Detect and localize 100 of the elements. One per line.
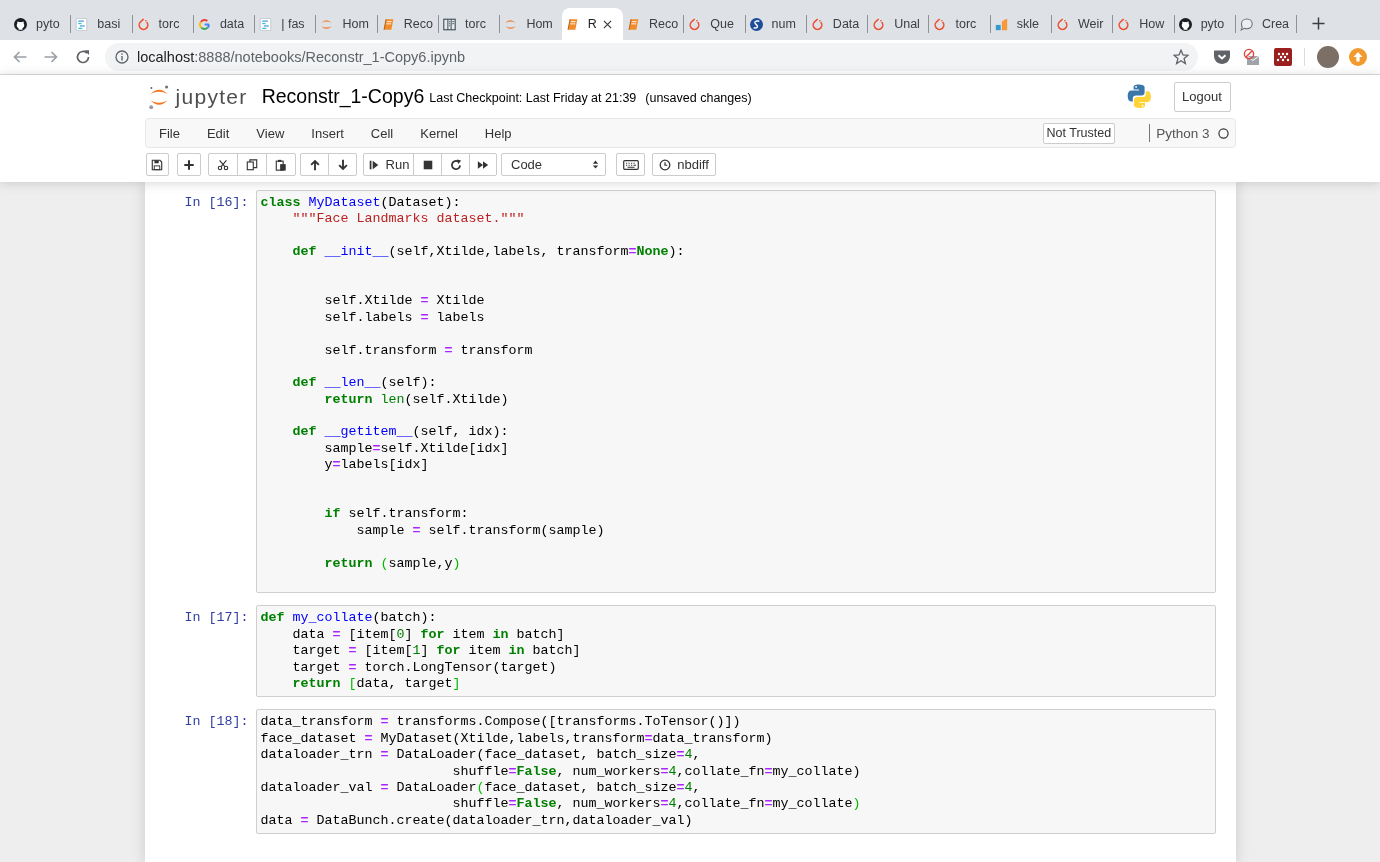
copy-button[interactable] [236,153,267,176]
move-down-button[interactable] [328,153,357,176]
menu-item[interactable]: Kernel [406,125,472,141]
code-line: data_transform = transforms.Compose([transforms.ToTensor()]) [260,714,741,731]
browser-tab[interactable]: R [561,8,623,40]
s-curve-circle-icon [749,17,763,31]
browser-tab[interactable]: Data [806,8,869,40]
code-line: return len(self.Xtilde) [323,391,509,409]
checkpoint-status: Last Checkpoint: Last Friday at 21:39 [429,89,637,105]
cell-prompt: In [17]: [183,609,250,628]
star-icon[interactable] [1173,49,1189,65]
save-status: (unsaved changes) [645,89,752,105]
bar-shapes-icon [994,17,1008,31]
paste-button[interactable] [265,153,296,176]
logo-text[interactable]: jupyter [175,84,248,109]
browser-tab[interactable]: Crea [1235,8,1298,40]
cell-type-select[interactable]: Code [501,153,606,176]
browser-tab[interactable]: torc [929,8,991,40]
menu-item[interactable]: Help [471,125,526,141]
browser-tab[interactable]: Unal [868,8,930,40]
menu-item[interactable]: Edit [193,125,243,141]
browser-tab[interactable]: torc [439,8,501,40]
stop-square-icon [421,158,434,171]
document-icon [259,17,273,31]
new-tab-icon[interactable] [1312,17,1326,30]
notebook-title[interactable]: Reconstr_1-Copy6 [261,85,425,108]
code-line: def __len__(self): [291,375,437,392]
code-line: def __getitem__(self, idx): [291,424,509,441]
code-line: if self.transform: [323,506,469,523]
code-line: data = [item[0] for item in batch] [291,626,565,644]
nbdiff-button[interactable]: nbdiff [652,153,716,176]
browser-tab[interactable]: Reco [622,8,685,40]
menu-item[interactable]: Cell [357,125,407,141]
scissors-icon [216,158,229,171]
book-icon [565,17,579,31]
flame-ring-icon [872,17,886,31]
browser-tab[interactable]: pyto [1174,8,1236,40]
code-line: face_dataset = MyDataset(Xtilde,labels,transform=data_transform) [260,730,773,748]
run-button[interactable]: Run [363,153,414,176]
shield-icon[interactable] [1213,48,1231,66]
copy-icon [245,158,258,171]
flame-ring-icon [810,17,824,31]
move-up-button[interactable] [300,153,329,176]
book-icon [381,17,395,31]
restart-button[interactable] [441,153,470,176]
fast-forward-button[interactable] [469,153,497,176]
browser-tab[interactable]: pyto [10,8,72,40]
menu-item[interactable]: Insert [297,125,358,141]
info-icon[interactable] [115,50,129,64]
clock-icon [659,158,672,171]
browser-tab[interactable]: basi [71,8,133,40]
flame-ring-icon [688,17,702,31]
save-button[interactable] [145,153,169,176]
url-text: localhost:8888/notebooks/Reconstr_1-Copy6.ipynb [137,49,466,65]
code-editor[interactable] [255,709,1216,835]
arcs-logo-icon[interactable] [147,83,170,110]
reload-icon[interactable] [75,49,91,65]
browser-tab[interactable]: num [745,8,807,40]
code-line: return (sample,y) [323,555,461,572]
add-cell-button[interactable] [176,153,201,176]
circular-arrow-icon [449,158,462,171]
browser-tab[interactable]: Weir [1052,8,1114,40]
keyboard-button[interactable] [616,153,645,176]
no-sign-icon[interactable] [1242,48,1260,66]
arrow-up-icon [308,158,321,171]
code-editor[interactable]: def my_collate(batch): data = [item[0] for item in batch] target = [item[1] for item in batch] target = torch.LongTensor(target) return [data, target] [255,605,1216,698]
code-line: self.transform = transform [323,342,533,359]
code-line: dataloader_trn = DataLoader(face_dataset, batch_size=4, [260,747,701,764]
url-field[interactable]: localhost:8888/notebooks/Reconstr_1-Copy6.ipynb [105,43,1198,71]
dots-square-icon[interactable] [1274,48,1292,66]
code-line: dataloader_val = DataLoader(face_dataset, batch_size=4, [260,779,701,797]
snakes-logo-icon [1125,83,1153,110]
updown-caret-icon [592,159,599,170]
cut-button[interactable] [207,153,238,176]
trust-button[interactable]: Not Trusted [1042,122,1116,144]
browser-tab[interactable]: skle [990,8,1053,40]
code-line: class MyDataset(Dataset): [260,195,461,212]
browser-tab[interactable]: torc [132,8,194,40]
menu-item[interactable]: View [242,125,298,141]
browser-tab[interactable]: | fas [255,8,317,40]
code-line: return [data, target] [291,675,461,693]
browser-tab[interactable]: Que [684,8,746,40]
arrow-down-icon [336,158,349,171]
cat-circle-icon [14,17,27,31]
browser-tab[interactable]: Reco [377,8,440,40]
plus-icon [182,158,195,171]
browser-tab[interactable]: data [193,8,256,40]
clipboard-icon [274,158,287,171]
logout-button[interactable]: Logout [1173,81,1231,112]
stop-button[interactable] [413,153,442,176]
browser-tab[interactable]: Hom [500,8,562,40]
close-icon[interactable] [602,19,612,29]
code-line: shuffle=False, num_workers=4,collate_fn=my_collate) [451,796,861,813]
browser-tab[interactable]: How [1113,8,1175,40]
browser-tab[interactable]: Hom [316,8,378,40]
book-icon [626,17,640,31]
code-line: shuffle=False, num_workers=4,collate_fn=my_collate) [451,763,861,780]
avatar-icon[interactable] [1317,46,1339,68]
menu-item[interactable]: File [145,125,194,141]
step-forward-icon [367,158,380,171]
